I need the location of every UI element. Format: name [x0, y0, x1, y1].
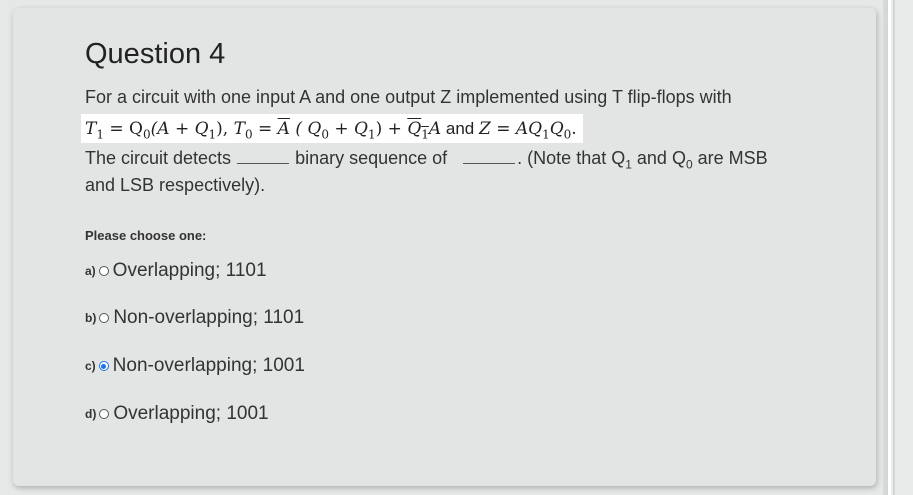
equation-block: T1 = Q0(A + Q1), T0 = A ( Q0 + Q1) + Q1A… [81, 114, 583, 143]
equation-z: Z = AQ1Q0. [478, 119, 577, 142]
option-label[interactable]: Non-overlapping; 1001 [113, 355, 305, 377]
radio-button[interactable] [99, 313, 110, 323]
option-label[interactable]: Overlapping; 1101 [113, 260, 267, 282]
edge-line [886, 0, 888, 495]
question-intro: For a circuit with one input A and one o… [85, 87, 732, 107]
page-scroll-edge [883, 0, 913, 495]
option-d[interactable]: d) Overlapping; 1001 [85, 403, 269, 425]
question-card: Question 4 For a circuit with one input … [13, 8, 876, 486]
question-line-3: The circuit detects binary sequence of. (… [85, 148, 768, 172]
option-letter: d) [85, 407, 97, 421]
and-word: and [441, 119, 479, 138]
option-a[interactable]: a) Overlapping; 1101 [85, 260, 267, 282]
equation-t0: T0 = A ( Q0 + Q1) + Q1A [228, 119, 442, 142]
equation-t1: T1 = Q0(A + Q1), [85, 119, 229, 142]
question-line-4: and LSB respectively). [85, 175, 266, 195]
question-text: For a circuit with one input A and one o… [81, 84, 845, 199]
option-label[interactable]: Overlapping; 1001 [113, 403, 268, 425]
radio-button[interactable] [99, 409, 110, 419]
option-letter: b) [85, 311, 97, 325]
option-letter: a) [85, 264, 96, 278]
option-b[interactable]: b) Non-overlapping; 1101 [85, 307, 304, 329]
radio-button[interactable] [98, 266, 109, 276]
question-title: Question 4 [85, 38, 226, 70]
option-label[interactable]: Non-overlapping; 1101 [113, 307, 304, 329]
edge-line [893, 0, 895, 495]
option-letter: c) [85, 359, 96, 373]
blank-2 [463, 148, 516, 164]
choose-prompt: Please choose one: [85, 228, 207, 243]
blank-1 [237, 148, 290, 164]
radio-button-selected[interactable] [98, 361, 109, 371]
option-c[interactable]: c) Non-overlapping; 1001 [85, 355, 305, 377]
